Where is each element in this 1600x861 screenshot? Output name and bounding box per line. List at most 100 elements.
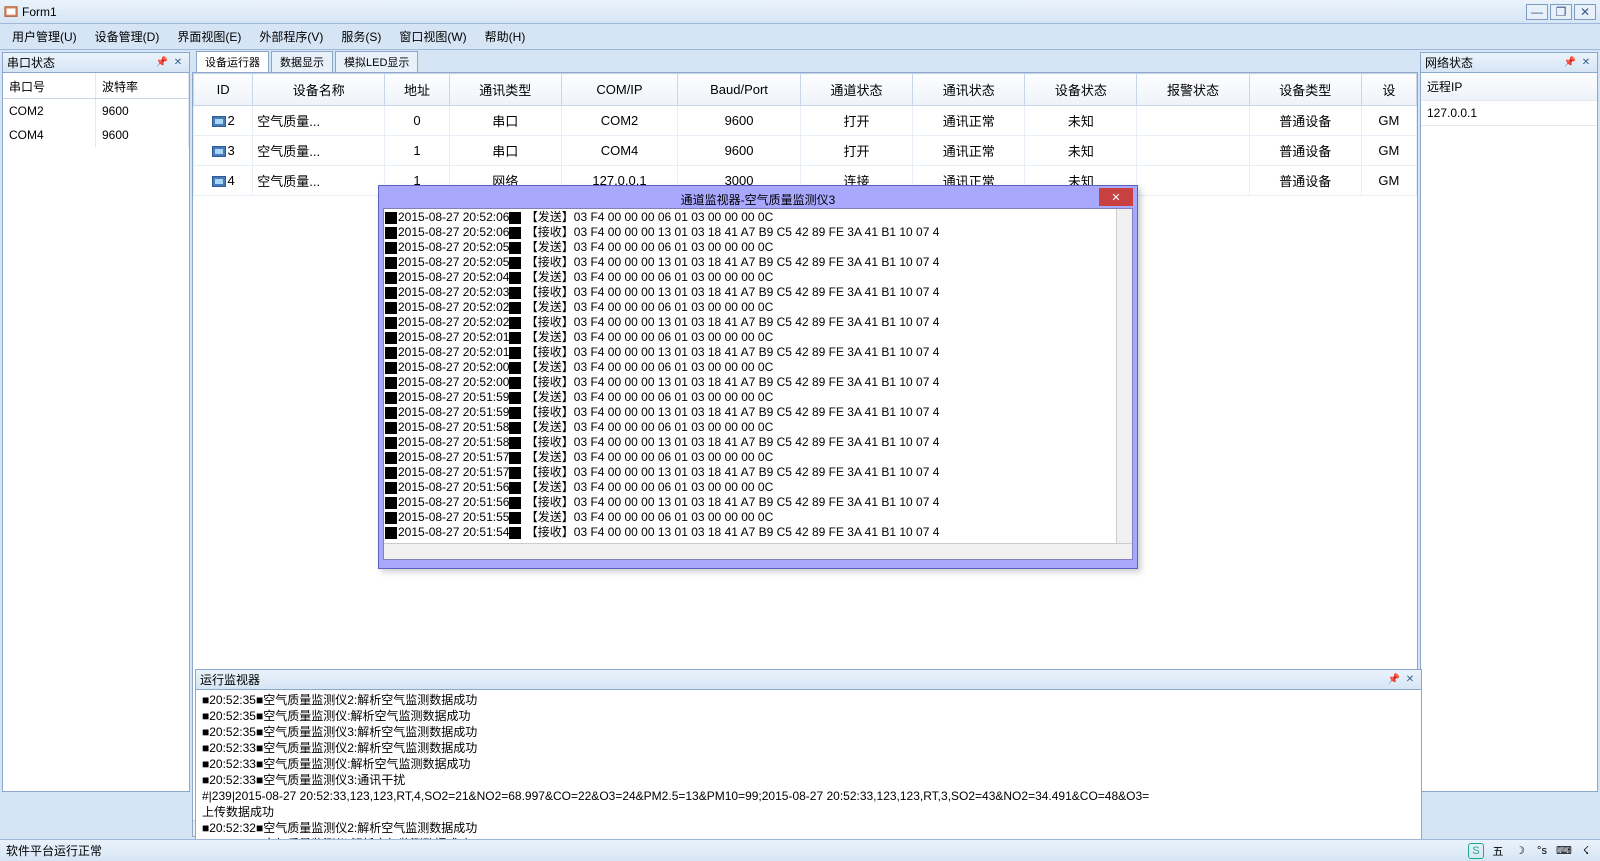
menubar: 用户管理(U)设备管理(D)界面视图(E)外部程序(V)服务(S)窗口视图(W)… [0,24,1600,50]
dialog-log-line: 2015-08-27 20:51:58 【发送】03 F4 00 00 00 0… [385,420,1131,435]
titlebar: Form1 — ❐ ✕ [0,0,1600,24]
monitor-panel-close-button[interactable]: ✕ [1403,673,1417,687]
dialog-log-line: 2015-08-27 20:51:56 【发送】03 F4 00 00 00 0… [385,480,1131,495]
tabstrip: 设备运行器数据显示模拟LED显示 [192,52,1418,72]
dialog-log-line: 2015-08-27 20:52:03 【接收】03 F4 00 00 00 1… [385,285,1131,300]
grid-header[interactable]: 设备类型 [1249,74,1361,106]
monitor-log-line: #|239|2015-08-27 20:52:33,123,123,RT,4,S… [202,788,1415,804]
monitor-log-line: ■20:52:32■空气质量监测仪2:解析空气监测数据成功 [202,820,1415,836]
dialog-log-line: 2015-08-27 20:51:55 【发送】03 F4 00 00 00 0… [385,510,1131,525]
tray-icon-3[interactable]: °s [1534,843,1550,859]
menu-item-6[interactable]: 帮助(H) [477,25,534,48]
dialog-log-line: 2015-08-27 20:52:05 【接收】03 F4 00 00 00 1… [385,255,1131,270]
serial-header-baud[interactable]: 波特率 [96,73,189,98]
grid-header[interactable]: 通讯状态 [913,74,1025,106]
dialog-log-line: 2015-08-27 20:52:01 【发送】03 F4 00 00 00 0… [385,330,1131,345]
grid-header[interactable]: ID [194,74,253,106]
dialog-vscroll[interactable] [1116,209,1132,543]
monitor-panel-title: 运行监视器 [200,671,260,688]
network-panel-close-button[interactable]: ✕ [1579,56,1593,70]
network-status-panel: 网络状态 📌 ✕ 远程IP 127.0.0.1 [1420,52,1598,792]
device-icon [212,146,226,157]
grid-header[interactable]: 报警状态 [1137,74,1249,106]
app-icon [4,5,18,19]
dialog-log-line: 2015-08-27 20:52:05 【发送】03 F4 00 00 00 0… [385,240,1131,255]
menu-item-3[interactable]: 外部程序(V) [251,25,331,48]
menu-item-2[interactable]: 界面视图(E) [169,25,249,48]
serial-header-port[interactable]: 串口号 [3,73,96,98]
network-row[interactable]: 127.0.0.1 [1421,101,1597,126]
dialog-hscroll[interactable] [384,543,1132,559]
tab-1[interactable]: 数据显示 [271,51,333,72]
menu-item-4[interactable]: 服务(S) [333,25,389,48]
maximize-button[interactable]: ❐ [1550,4,1572,20]
grid-header[interactable]: Baud/Port [678,74,801,106]
close-button[interactable]: ✕ [1574,4,1596,20]
dialog-log-line: 2015-08-27 20:52:00 【发送】03 F4 00 00 00 0… [385,360,1131,375]
monitor-log-line: ■20:52:35■空气质量监测仪2:解析空气监测数据成功 [202,692,1415,708]
grid-header[interactable]: 设备名称 [253,74,385,106]
monitor-panel-pin-button[interactable]: 📌 [1387,673,1401,687]
dialog-close-button[interactable]: ✕ [1099,188,1133,206]
tab-0[interactable]: 设备运行器 [196,51,269,72]
dialog-log-line: 2015-08-27 20:52:04 【发送】03 F4 00 00 00 0… [385,270,1131,285]
tab-2[interactable]: 模拟LED显示 [335,51,418,72]
menu-item-0[interactable]: 用户管理(U) [4,25,85,48]
dialog-title: 通道监视器-空气质量监测仪3 [681,191,836,208]
device-icon [212,176,226,187]
grid-header[interactable]: 设 [1361,74,1416,106]
dialog-log-line: 2015-08-27 20:52:02 【接收】03 F4 00 00 00 1… [385,315,1131,330]
monitor-log-line: ■20:52:35■空气质量监测仪3:解析空气监测数据成功 [202,724,1415,740]
dialog-log-line: 2015-08-27 20:52:01 【接收】03 F4 00 00 00 1… [385,345,1131,360]
menu-item-1[interactable]: 设备管理(D) [87,25,168,48]
network-panel-pin-button[interactable]: 📌 [1563,56,1577,70]
serial-panel-pin-button[interactable]: 📌 [155,56,169,70]
minimize-button[interactable]: — [1526,4,1548,20]
dialog-log[interactable]: 2015-08-27 20:52:06 【发送】03 F4 00 00 00 0… [383,208,1133,560]
serial-panel-title: 串口状态 [7,54,55,71]
grid-row[interactable]: 3空气质量...1串口COM49600打开通讯正常未知普通设备GM [194,136,1417,166]
dialog-log-line: 2015-08-27 20:51:58 【接收】03 F4 00 00 00 1… [385,435,1131,450]
statusbar: 软件平台运行正常 S五 ☽ °s ⌨ ☇ [0,839,1600,861]
grid-header[interactable]: 地址 [385,74,449,106]
device-icon [212,116,226,127]
grid-header[interactable]: 通道状态 [800,74,912,106]
tray-icon-4[interactable]: ⌨ [1556,843,1572,859]
dialog-log-line: 2015-08-27 20:51:56 【接收】03 F4 00 00 00 1… [385,495,1131,510]
dialog-log-line: 2015-08-27 20:51:54 【接收】03 F4 00 00 00 1… [385,525,1131,540]
monitor-log-line: ■20:52:33■空气质量监测仪2:解析空气监测数据成功 [202,740,1415,756]
dialog-log-line: 2015-08-27 20:52:06 【接收】03 F4 00 00 00 1… [385,225,1131,240]
tray-icon-0[interactable]: S [1468,843,1484,859]
runtime-monitor-panel: 运行监视器 📌 ✕ ■20:52:35■空气质量监测仪2:解析空气监测数据成功■… [195,669,1422,859]
monitor-log-line: ■20:52:33■空气质量监测仪3:通讯干扰 [202,772,1415,788]
menu-item-5[interactable]: 窗口视图(W) [391,25,474,48]
status-text: 软件平台运行正常 [6,842,102,859]
dialog-log-line: 2015-08-27 20:52:00 【接收】03 F4 00 00 00 1… [385,375,1131,390]
dialog-log-line: 2015-08-27 20:51:57 【接收】03 F4 00 00 00 1… [385,465,1131,480]
grid-header[interactable]: COM/IP [561,74,677,106]
grid-header[interactable]: 通讯类型 [449,74,561,106]
network-header-remoteip[interactable]: 远程IP [1421,73,1597,101]
serial-row[interactable]: COM49600 [3,123,189,147]
grid-row[interactable]: 2空气质量...0串口COM29600打开通讯正常未知普通设备GM [194,106,1417,136]
monitor-log[interactable]: ■20:52:35■空气质量监测仪2:解析空气监测数据成功■20:52:35■空… [196,690,1421,858]
system-tray: S五 ☽ °s ⌨ ☇ [1468,843,1594,859]
dialog-log-line: 2015-08-27 20:51:59 【发送】03 F4 00 00 00 0… [385,390,1131,405]
dialog-log-line: 2015-08-27 20:52:02 【发送】03 F4 00 00 00 0… [385,300,1131,315]
serial-status-panel: 串口状态 📌 ✕ 串口号 波特率 COM29600COM49600 [2,52,190,792]
monitor-log-line: ■20:52:35■空气质量监测仪:解析空气监测数据成功 [202,708,1415,724]
dialog-log-line: 2015-08-27 20:51:57 【发送】03 F4 00 00 00 0… [385,450,1131,465]
window-title: Form1 [22,5,57,19]
tray-icon-2[interactable]: ☽ [1512,843,1528,859]
dialog-log-line: 2015-08-27 20:51:59 【接收】03 F4 00 00 00 1… [385,405,1131,420]
grid-header[interactable]: 设备状态 [1025,74,1137,106]
serial-panel-close-button[interactable]: ✕ [171,56,185,70]
tray-icon-5[interactable]: ☇ [1578,843,1594,859]
channel-monitor-dialog[interactable]: 通道监视器-空气质量监测仪3 ✕ 2015-08-27 20:52:06 【发送… [378,185,1138,569]
dialog-log-line: 2015-08-27 20:52:06 【发送】03 F4 00 00 00 0… [385,210,1131,225]
serial-row[interactable]: COM29600 [3,99,189,123]
monitor-log-line: ■20:52:33■空气质量监测仪:解析空气监测数据成功 [202,756,1415,772]
monitor-log-line: 上传数据成功 [202,804,1415,820]
tray-icon-1[interactable]: 五 [1490,843,1506,859]
network-panel-title: 网络状态 [1425,54,1473,71]
